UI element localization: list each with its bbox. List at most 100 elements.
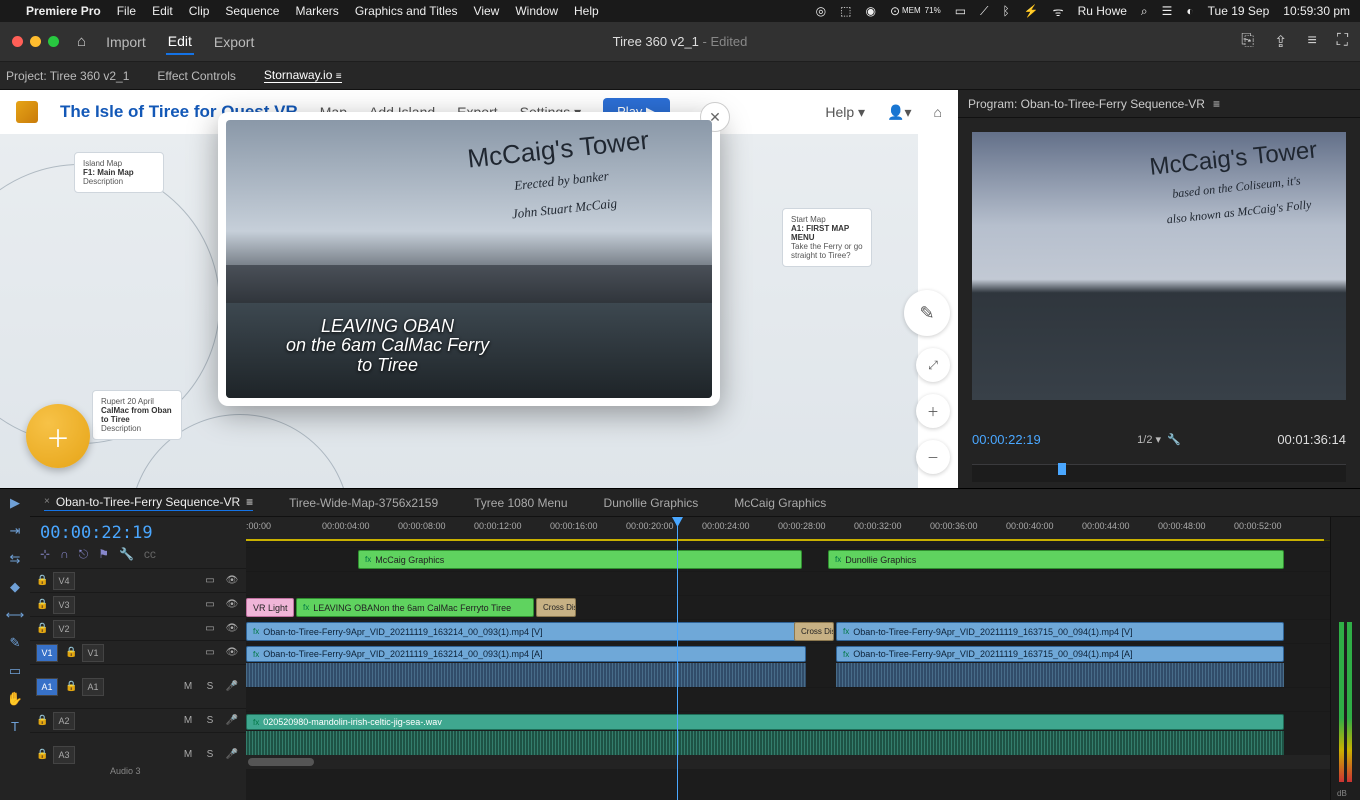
project-tab[interactable]: Project: Tiree 360 v2_1: [6, 69, 129, 83]
menubar-wifi-icon[interactable]: ᯤ: [1053, 3, 1064, 20]
menu-help[interactable]: Help: [574, 4, 599, 18]
rect-tool-icon[interactable]: ▭: [9, 663, 21, 679]
cc-icon[interactable]: cc: [144, 547, 156, 562]
window-minimize-button[interactable]: [30, 36, 41, 47]
share-icon[interactable]: ⇪: [1274, 32, 1287, 52]
track-select-tool-icon[interactable]: ⇥: [10, 523, 21, 539]
clip-v1b[interactable]: fxOban-to-Tiree-Ferry-9Apr_VID_20211119_…: [836, 622, 1284, 641]
snap-icon[interactable]: ⊹: [40, 547, 50, 562]
menubar-dropbox-icon[interactable]: ⬚: [840, 4, 851, 18]
menu-markers[interactable]: Markers: [295, 4, 338, 18]
menubar-cc-icon[interactable]: ◎: [816, 4, 826, 18]
menubar-mem[interactable]: ⊙MEM71%: [890, 4, 941, 18]
canvas-zoom-in-icon[interactable]: ＋: [916, 394, 950, 428]
menu-app-name[interactable]: Premiere Pro: [26, 4, 101, 18]
timeline-content[interactable]: :00:0000:00:04:0000:00:08:0000:00:12:000…: [246, 517, 1330, 800]
menubar-display-icon[interactable]: ▭: [955, 4, 966, 18]
fullscreen-icon[interactable]: ⛶: [1337, 32, 1348, 52]
storn-home-icon[interactable]: ⌂: [934, 104, 942, 120]
track-head-a1[interactable]: A1🔒A1MS🎤: [30, 664, 246, 708]
timeline-scrollbar[interactable]: [246, 755, 1330, 769]
timeline-timecode[interactable]: 00:00:22:19: [30, 517, 246, 545]
track-head-v3[interactable]: 🔒V3▭👁: [30, 592, 246, 616]
workspace-export-tab[interactable]: Export: [212, 30, 256, 54]
type-tool-icon[interactable]: T: [11, 719, 19, 734]
workspace-menu-icon[interactable]: ≡: [1307, 32, 1316, 52]
menubar-user[interactable]: Ru Howe: [1078, 4, 1127, 18]
menu-file[interactable]: File: [117, 4, 136, 18]
slip-tool-icon[interactable]: ⟷: [6, 607, 25, 623]
menubar-search-icon[interactable]: ⌕: [1141, 4, 1148, 19]
track-head-v2[interactable]: 🔒V2▭👁: [30, 616, 246, 640]
razor-tool-icon[interactable]: ◆: [10, 579, 20, 595]
node-main-map[interactable]: Island Map F1: Main Map Description: [74, 152, 164, 193]
program-current-tc[interactable]: 00:00:22:19: [972, 432, 1041, 447]
effect-controls-tab[interactable]: Effect Controls: [157, 69, 235, 83]
seq-tab-0[interactable]: ×Oban-to-Tiree-Ferry Sequence-VR ≡: [44, 495, 253, 511]
window-maximize-button[interactable]: [48, 36, 59, 47]
clip-dunollie[interactable]: fxDunollie Graphics: [828, 550, 1284, 569]
home-icon[interactable]: ⌂: [77, 33, 86, 50]
clip-crossdis-v1[interactable]: Cross Dis: [794, 622, 834, 641]
seq-tab-3[interactable]: Dunollie Graphics: [604, 496, 699, 510]
menubar-tool-icon[interactable]: ⟋: [980, 4, 988, 19]
menubar-battery-icon[interactable]: ⚡: [1024, 4, 1039, 18]
track-head-v4[interactable]: 🔒V4▭👁: [30, 568, 246, 592]
window-close-button[interactable]: [12, 36, 23, 47]
menubar-record-icon[interactable]: ◉: [865, 4, 875, 18]
seq-tab-4[interactable]: McCaig Graphics: [734, 496, 826, 510]
stornaway-tab[interactable]: Stornaway.io ≡: [264, 68, 342, 83]
pen-tool-icon[interactable]: ✎: [10, 635, 21, 651]
add-island-button[interactable]: ＋: [26, 404, 90, 468]
program-ruler[interactable]: [972, 464, 1346, 482]
clip-mccaig[interactable]: fxMcCaig Graphics: [358, 550, 802, 569]
timeline-ruler[interactable]: :00:0000:00:04:0000:00:08:0000:00:12:000…: [246, 517, 1330, 541]
hand-tool-icon[interactable]: ✋: [7, 691, 23, 707]
clip-vrlight[interactable]: VR Light: [246, 598, 294, 617]
canvas-zoom-out-icon[interactable]: －: [916, 440, 950, 474]
track-head-a2[interactable]: 🔒A2MS🎤: [30, 708, 246, 732]
menubar-bt-icon[interactable]: ᛒ: [1002, 4, 1009, 18]
quick-export-icon[interactable]: ⎘: [1241, 32, 1254, 52]
track-head-v1[interactable]: V1🔒V1▭👁: [30, 640, 246, 664]
menubar-date[interactable]: Tue 19 Sep: [1208, 4, 1270, 18]
menubar-siri-icon[interactable]: ◐: [1186, 4, 1193, 18]
scrollbar-thumb[interactable]: [248, 758, 314, 766]
workspace-edit-tab[interactable]: Edit: [166, 29, 194, 55]
canvas-expand-icon[interactable]: ⤢: [916, 348, 950, 382]
program-playhead[interactable]: [1058, 463, 1066, 475]
menu-view[interactable]: View: [474, 4, 500, 18]
program-tab[interactable]: Program: Oban-to-Tiree-Ferry Sequence-VR…: [958, 90, 1360, 118]
node-first-menu[interactable]: Start Map A1: FIRST MAP MENU Take the Fe…: [782, 208, 872, 267]
program-zoom-select[interactable]: 1/2 ▾ 🔧: [1137, 433, 1181, 446]
marker-icon[interactable]: ⚑: [98, 547, 109, 562]
menubar-time[interactable]: 10:59:30 pm: [1283, 4, 1350, 18]
menu-sequence[interactable]: Sequence: [225, 4, 279, 18]
clip-v1a[interactable]: fxOban-to-Tiree-Ferry-9Apr_VID_20211119_…: [246, 622, 806, 641]
program-viewport[interactable]: McCaig's Tower based on the Coliseum, it…: [972, 132, 1346, 400]
clip-leaving[interactable]: fxLEAVING OBANon the 6am CalMac Ferryto …: [296, 598, 534, 617]
timeline-playhead[interactable]: [677, 517, 678, 800]
storn-help[interactable]: Help ▾: [825, 104, 865, 121]
menu-window[interactable]: Window: [515, 4, 558, 18]
wrench-icon[interactable]: 🔧: [119, 547, 134, 562]
clip-a1a[interactable]: fxOban-to-Tiree-Ferry-9Apr_VID_20211119_…: [246, 646, 806, 662]
seq-tab-2[interactable]: Tyree 1080 Menu: [474, 496, 567, 510]
work-area-bar[interactable]: [246, 539, 1324, 541]
menu-edit[interactable]: Edit: [152, 4, 173, 18]
selection-tool-icon[interactable]: ▶: [10, 495, 20, 511]
clip-music[interactable]: fx020520980-mandolin-irish-celtic-jig-se…: [246, 714, 1284, 730]
magnet-icon[interactable]: ∩: [60, 547, 69, 562]
edit-fab-button[interactable]: ✎: [904, 290, 950, 336]
menubar-control-icon[interactable]: ☰: [1162, 4, 1173, 18]
workspace-import-tab[interactable]: Import: [104, 30, 148, 54]
node-calmac[interactable]: Rupert 20 April CalMac from Oban to Tire…: [92, 390, 182, 440]
link-icon[interactable]: ⎋: [79, 547, 89, 562]
ripple-tool-icon[interactable]: ⇆: [10, 551, 21, 567]
clip-a1b[interactable]: fxOban-to-Tiree-Ferry-9Apr_VID_20211119_…: [836, 646, 1284, 662]
seq-tab-1[interactable]: Tiree-Wide-Map-3756x2159: [289, 496, 438, 510]
clip-crossdis-v2[interactable]: Cross Dis: [536, 598, 576, 617]
menu-clip[interactable]: Clip: [189, 4, 210, 18]
menu-graphics[interactable]: Graphics and Titles: [355, 4, 458, 18]
storn-user-icon[interactable]: 👤▾: [887, 104, 911, 121]
